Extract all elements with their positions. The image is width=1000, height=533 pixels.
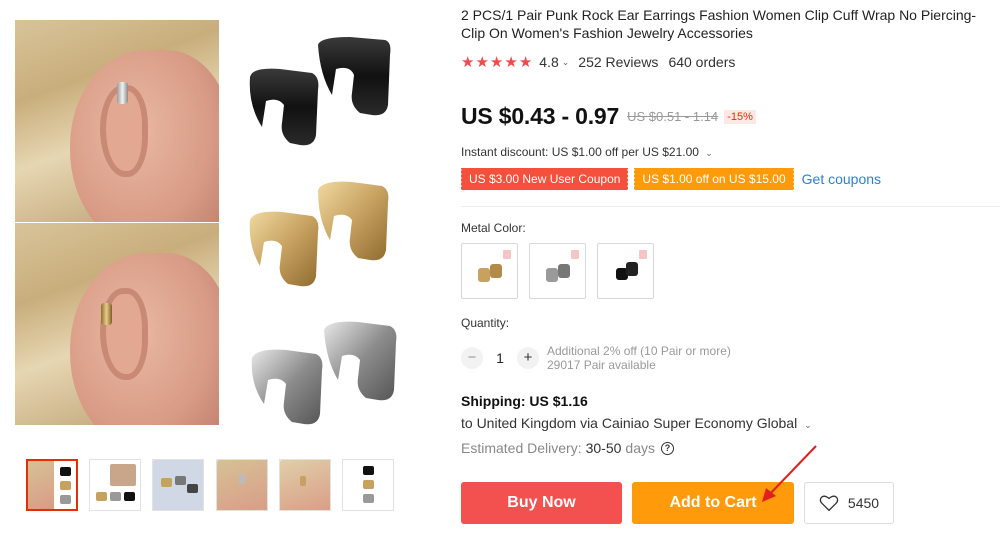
quantity-stepper: − 1 + Additional 2% off (10 Pair or more…: [461, 344, 731, 372]
thumbnail-6[interactable]: [342, 459, 394, 511]
reviews-link[interactable]: 252 Reviews: [578, 54, 658, 70]
buy-now-button[interactable]: Buy Now: [461, 482, 622, 524]
heart-icon: [819, 495, 839, 512]
add-to-cart-button[interactable]: Add to Cart: [632, 482, 794, 524]
discount-badge: -15%: [724, 109, 756, 124]
get-coupons-link[interactable]: Get coupons: [802, 171, 881, 187]
current-price: US $0.43 - 0.97: [461, 103, 620, 129]
model-photo-gold: [15, 223, 219, 425]
silver-cuff-image: [251, 321, 397, 425]
star-icon: ★: [475, 53, 489, 71]
swatch-silver[interactable]: [529, 243, 586, 299]
star-icon: ★: [461, 53, 475, 71]
decrease-button[interactable]: −: [461, 347, 483, 369]
new-user-coupon[interactable]: US $3.00 New User Coupon: [459, 168, 629, 190]
quantity-value[interactable]: 1: [483, 350, 517, 366]
chevron-down-icon: ⌄: [804, 420, 812, 430]
thumbnail-4[interactable]: [216, 459, 268, 511]
star-icon: ★: [489, 53, 504, 71]
image-gallery: [0, 0, 440, 533]
shipping-destination-text: to United Kingdom via Cainiao Super Econ…: [461, 415, 798, 431]
price-row: US $0.43 - 0.97 US $0.51 - 1.14 -15%: [461, 103, 756, 130]
help-icon[interactable]: ?: [660, 441, 674, 455]
swatch-black[interactable]: [597, 243, 654, 299]
coupon-row: US $3.00 New User Coupon US $1.00 off on…: [459, 168, 881, 190]
main-product-image[interactable]: [15, 20, 415, 425]
estimated-delivery: Estimated Delivery: 30-50 days ?: [461, 440, 674, 456]
rating-value[interactable]: 4.8: [539, 54, 558, 70]
delivery-unit: days: [625, 440, 655, 456]
instant-discount[interactable]: Instant discount: US $1.00 off per US $2…: [461, 145, 722, 159]
black-cuff-image: [249, 37, 391, 146]
quantity-note: Additional 2% off (10 Pair or more) 2901…: [547, 344, 731, 372]
star-rating: ★ ★ ★ ★ ★: [461, 55, 533, 70]
orders-count: 640 orders: [668, 54, 736, 70]
store-coupon[interactable]: US $1.00 off on US $15.00: [633, 168, 794, 190]
metal-color-label: Metal Color:: [461, 221, 526, 235]
swatch-gold[interactable]: [461, 243, 518, 299]
thumbnail-1[interactable]: [26, 459, 78, 511]
color-swatches: [461, 243, 665, 299]
model-photo-silver: [15, 20, 219, 222]
bulk-discount-note: Additional 2% off (10 Pair or more): [547, 344, 731, 358]
stock-available: 29017 Pair available: [547, 358, 656, 372]
rating-row: ★ ★ ★ ★ ★ 4.8 ⌄ 252 Reviews 640 orders: [461, 53, 735, 71]
star-icon: ★: [504, 53, 518, 71]
chevron-down-icon: ⌄: [705, 148, 713, 158]
gold-cuff-image: [249, 181, 389, 287]
thumbnail-5[interactable]: [279, 459, 331, 511]
thumbnail-3[interactable]: [152, 459, 204, 511]
delivery-label: Estimated Delivery:: [461, 440, 582, 456]
delivery-value: 30-50: [585, 440, 622, 456]
shipping-destination[interactable]: to United Kingdom via Cainiao Super Econ…: [461, 415, 821, 431]
product-title: 2 PCS/1 Pair Punk Rock Ear Earrings Fash…: [461, 7, 977, 41]
quantity-label: Quantity:: [461, 316, 510, 330]
increase-button[interactable]: +: [517, 347, 539, 369]
instant-discount-text: Instant discount: US $1.00 off per US $2…: [461, 145, 699, 159]
divider: [461, 206, 1000, 207]
original-price: US $0.51 - 1.14: [627, 109, 719, 124]
star-icon: ★: [518, 53, 533, 71]
thumbnail-2[interactable]: [89, 459, 141, 511]
chevron-down-icon[interactable]: ⌄: [562, 57, 570, 68]
wishlist-button[interactable]: 5450: [804, 482, 894, 524]
product-info-panel: 2 PCS/1 Pair Punk Rock Ear Earrings Fash…: [459, 0, 1000, 533]
shipping-price: Shipping: US $1.16: [461, 393, 588, 409]
thumbnail-strip: [26, 459, 398, 511]
wishlist-count: 5450: [847, 495, 880, 511]
